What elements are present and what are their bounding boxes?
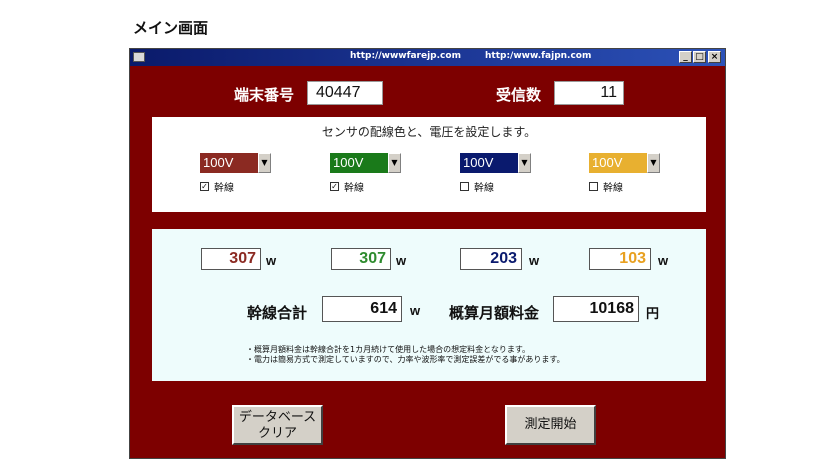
trunk-checkbox-1[interactable]: ✓ 幹線 [200,179,234,194]
voltage-select-2[interactable]: 100V ▼ [330,153,401,173]
trunk-checkbox-label: 幹線 [214,183,234,194]
clear-database-label-line2: クリア [257,426,297,441]
trunk-total-unit: w [410,303,421,318]
voltage-select-value: 100V [330,153,388,173]
terminal-number-field[interactable]: 40447 [307,81,383,105]
estimated-monthly-fee-value: 10168 [553,296,639,322]
sensor-reading-4: 103 [589,248,651,270]
checkbox-box[interactable]: ✓ [200,182,209,191]
sensor-reading-unit: w [396,253,407,268]
title-url-1: http://wwwfarejp.com [350,51,461,61]
close-button[interactable]: × [708,51,721,63]
voltage-select-1[interactable]: 100V ▼ [200,153,271,173]
chevron-down-icon[interactable]: ▼ [258,153,271,173]
trunk-checkbox-3[interactable]: 幹線 [460,179,494,194]
note-line: ・概算月額料金は幹線合計を1カ月続けて使用した場合の想定料金となります。 [246,345,531,354]
clear-database-button[interactable]: データベース クリア [232,405,323,445]
chevron-down-icon[interactable]: ▼ [647,153,660,173]
clear-database-label-line1: データベース [238,410,317,425]
voltage-select-4[interactable]: 100V ▼ [589,153,660,173]
page-title: メイン画面 [133,19,209,37]
trunk-checkbox-4[interactable]: 幹線 [589,179,623,194]
estimated-monthly-fee-label: 概算月額料金 [449,304,540,322]
voltage-select-value: 100V [589,153,647,173]
sensor-reading-unit: w [658,253,669,268]
trunk-total-label: 幹線合計 [247,304,308,322]
voltage-select-value: 100V [200,153,258,173]
app-icon [133,52,145,62]
received-count-label: 受信数 [496,86,542,104]
sensor-reading-1: 307 [201,248,261,270]
checkbox-box[interactable]: ✓ [330,182,339,191]
maximize-button[interactable]: □ [693,51,706,63]
sensor-reading-unit: w [529,253,540,268]
checkbox-box[interactable] [589,182,598,191]
checkbox-box[interactable] [460,182,469,191]
title-url-2: http:/www.fajpn.com [485,51,592,61]
sensor-reading-2: 307 [331,248,391,270]
trunk-total-value: 614 [322,296,402,322]
notes: ・概算月額料金は幹線合計を1カ月続けて使用した場合の想定料金となります。 ・電力… [246,345,565,365]
readings-panel: 307 w 307 w 203 w 103 w 幹線合計 614 w 概算月額料… [152,229,706,381]
sensor-settings-panel: センサの配線色と、電圧を設定します。 100V ▼ 100V ▼ 100V ▼ … [152,117,706,212]
minimize-button[interactable]: _ [679,51,692,63]
sensor-reading-3: 203 [460,248,522,270]
trunk-checkbox-label: 幹線 [474,183,494,194]
terminal-number-label: 端末番号 [234,86,295,104]
trunk-checkbox-label: 幹線 [603,183,623,194]
sensor-reading-unit: w [266,253,277,268]
received-count-field[interactable]: 11 [554,81,624,105]
voltage-select-value: 100V [460,153,518,173]
chevron-down-icon[interactable]: ▼ [388,153,401,173]
trunk-checkbox-label: 幹線 [344,183,364,194]
sensor-settings-prompt: センサの配線色と、電圧を設定します。 [321,125,537,139]
voltage-select-3[interactable]: 100V ▼ [460,153,531,173]
chevron-down-icon[interactable]: ▼ [518,153,531,173]
trunk-checkbox-2[interactable]: ✓ 幹線 [330,179,364,194]
note-line: ・電力は簡易方式で測定していますので、力率や波形率で測定誤差がでる事があります。 [246,355,565,364]
title-bar[interactable]: http://wwwfarejp.com http:/www.fajpn.com… [130,49,725,66]
app-window: http://wwwfarejp.com http:/www.fajpn.com… [129,48,726,459]
estimated-monthly-fee-unit: 円 [646,306,660,321]
start-measurement-button[interactable]: 測定開始 [505,405,596,445]
